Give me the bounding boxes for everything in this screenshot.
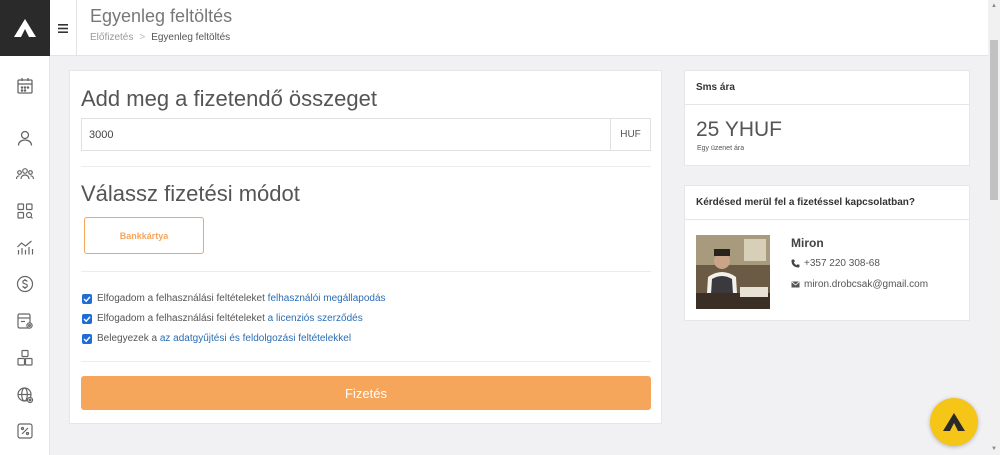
floating-logo-button[interactable] bbox=[930, 398, 978, 446]
contact-card: Kérdésed merül fel a fizetéssel kapcsola… bbox=[684, 185, 970, 321]
license-checkbox[interactable] bbox=[82, 313, 92, 324]
checkmark-icon bbox=[83, 315, 91, 322]
breadcrumb-parent-link[interactable]: Előfizetés bbox=[90, 32, 133, 43]
scroll-thumb[interactable] bbox=[990, 40, 998, 200]
sms-price-subtitle: Egy üzenet ára bbox=[697, 145, 745, 152]
contact-email[interactable]: miron.drobcsak@gmail.com bbox=[791, 279, 928, 290]
sms-card-title: Sms ára bbox=[685, 71, 969, 105]
license-checkbox-row: Elfogadom a felhasználási feltételeket a… bbox=[82, 313, 363, 324]
amount-input-group: HUF bbox=[81, 118, 651, 151]
terms-checkbox-row: Elfogadom a felhasználási feltételeket f… bbox=[82, 293, 386, 304]
logo-icon bbox=[14, 19, 36, 37]
page-scrollbar[interactable]: ▲ ▼ bbox=[988, 0, 1000, 455]
sidebar bbox=[0, 0, 50, 455]
bank-card-button[interactable]: Bankkártya bbox=[84, 217, 204, 254]
percent-icon[interactable] bbox=[15, 421, 35, 441]
privacy-checkbox[interactable] bbox=[82, 333, 92, 344]
logo-icon bbox=[943, 413, 965, 431]
grid-search-icon[interactable] bbox=[15, 201, 35, 221]
analytics-icon[interactable] bbox=[15, 237, 35, 257]
user-icon[interactable] bbox=[15, 128, 35, 148]
pay-button[interactable]: Fizetés bbox=[81, 376, 651, 410]
sms-price-card: Sms ára 25 YHUF Egy üzenet ára bbox=[684, 70, 970, 166]
scroll-up-arrow-icon[interactable]: ▲ bbox=[988, 0, 1000, 12]
currency-addon: HUF bbox=[610, 119, 650, 150]
users-icon[interactable] bbox=[15, 164, 35, 184]
hamburger-icon bbox=[58, 23, 68, 33]
sms-price: 25 YHUF bbox=[696, 118, 782, 141]
license-contract-link[interactable]: a licenziós szerződés bbox=[268, 313, 363, 324]
amount-input[interactable] bbox=[82, 119, 610, 150]
menu-toggle-button[interactable] bbox=[50, 0, 77, 56]
divider bbox=[81, 166, 651, 167]
divider bbox=[81, 361, 651, 362]
phone-icon bbox=[791, 259, 800, 268]
boxes-icon[interactable] bbox=[15, 348, 35, 368]
terms-checkbox[interactable] bbox=[82, 293, 92, 304]
scroll-down-arrow-icon[interactable]: ▼ bbox=[988, 443, 1000, 455]
privacy-text: Belegyezek a bbox=[97, 333, 160, 344]
contact-avatar bbox=[696, 235, 770, 309]
breadcrumb: Előfizetés > Egyenleg feltöltés bbox=[90, 32, 230, 43]
top-header: Egyenleg feltöltés Előfizetés > Egyenleg f… bbox=[50, 0, 1000, 56]
license-text: Elfogadom a felhasználási feltételeket bbox=[97, 313, 268, 324]
payment-card: Add meg a fizetendő összeget HUF Válassz… bbox=[69, 70, 662, 424]
amount-heading: Add meg a fizetendő összeget bbox=[81, 86, 377, 111]
user-agreement-link[interactable]: felhasználói megállapodás bbox=[268, 293, 386, 304]
contact-phone[interactable]: +357 220 308-68 bbox=[791, 258, 880, 269]
contact-email-text: miron.drobcsak@gmail.com bbox=[804, 279, 929, 290]
globe-icon[interactable] bbox=[15, 385, 35, 405]
calendar-icon[interactable] bbox=[15, 76, 35, 96]
privacy-terms-link[interactable]: az adatgyűjtési és feldolgozási feltétel… bbox=[160, 333, 351, 344]
dollar-circle-icon[interactable] bbox=[15, 274, 35, 294]
terms-text: Elfogadom a felhasználási feltételeket bbox=[97, 293, 268, 304]
card-settings-icon[interactable] bbox=[15, 311, 35, 331]
envelope-icon bbox=[791, 281, 800, 288]
contact-photo-image bbox=[696, 235, 770, 309]
checkmark-icon bbox=[83, 295, 91, 302]
contact-name: Miron bbox=[791, 236, 824, 250]
contact-phone-text: +357 220 308-68 bbox=[804, 258, 880, 269]
divider bbox=[81, 271, 651, 272]
page-title: Egyenleg feltöltés bbox=[90, 6, 233, 26]
contact-card-title: Kérdésed merül fel a fizetéssel kapcsola… bbox=[685, 186, 969, 220]
method-heading: Válassz fizetési módot bbox=[81, 181, 300, 206]
checkmark-icon bbox=[83, 335, 91, 342]
privacy-checkbox-row: Belegyezek a az adatgyűjtési és feldolgo… bbox=[82, 333, 351, 344]
app-logo[interactable] bbox=[0, 0, 50, 56]
breadcrumb-current: Egyenleg feltöltés bbox=[151, 32, 231, 43]
breadcrumb-separator: > bbox=[139, 32, 146, 43]
